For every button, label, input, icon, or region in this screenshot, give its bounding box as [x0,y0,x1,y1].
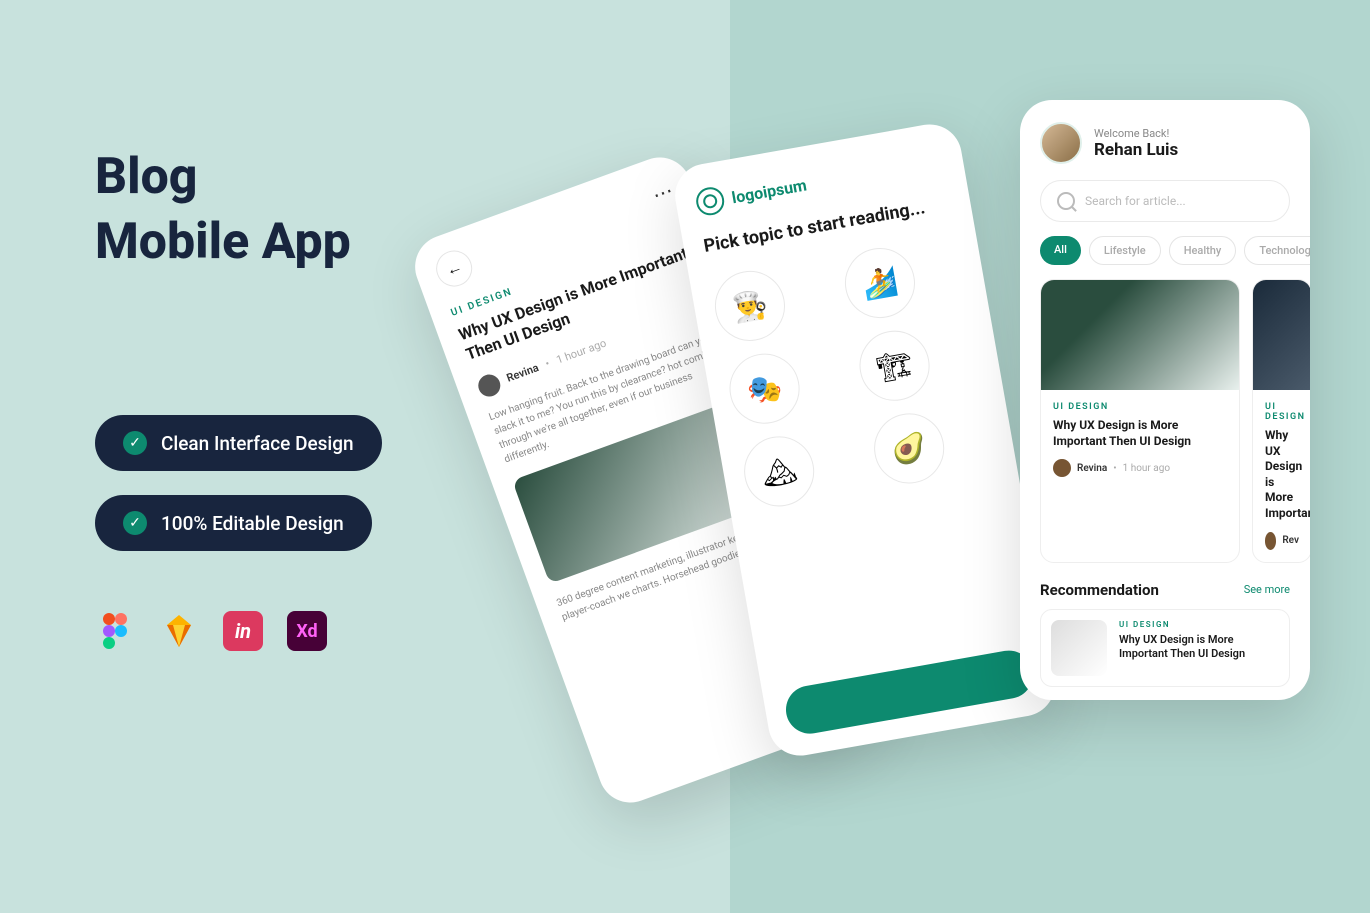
card-author-row: Revina • 1 hour ago [1053,459,1227,477]
topic-grid: 👨‍🍳 🏄 🎭 🏗 🏔 🥑 [690,231,1017,516]
check-icon: ✓ [123,511,147,535]
back-button[interactable]: ← [431,245,477,291]
invision-icon: in [223,611,263,651]
logo-icon [694,185,726,217]
recommendation-title: Recommendation [1040,581,1159,599]
card-avatar [1265,532,1276,550]
page-title: Blog Mobile App [95,145,382,275]
card-category: UI DESIGN [1265,402,1299,422]
card-title: Why UX Design is More Important Then UI … [1053,418,1227,449]
article-timestamp: 1 hour ago [555,337,609,367]
figma-icon [95,611,135,651]
search-placeholder: Search for article... [1085,194,1186,208]
chip-all[interactable]: All [1040,236,1081,265]
card-image [1253,280,1310,390]
topic-chef[interactable]: 👨‍🍳 [709,266,790,347]
feature-pill-1: ✓ Clean Interface Design [95,415,382,471]
reco-category: UI DESIGN [1119,620,1279,629]
marketing-panel: Blog Mobile App ✓ Clean Interface Design… [95,145,382,651]
tool-icons-row: in Xd [95,611,382,651]
more-icon[interactable]: ⋯ [649,178,676,207]
chip-lifestyle[interactable]: Lifestyle [1089,236,1161,265]
article-cards: UI DESIGN Why UX Design is More Importan… [1020,279,1310,563]
title-line2: Mobile App [95,213,351,271]
topic-avocado[interactable]: 🥑 [869,408,950,489]
card-author-name: Rev [1282,535,1299,546]
phone-mockups: ← ⋯ UI DESIGN Why UX Design is More Impo… [490,100,1310,860]
chip-technology[interactable]: Technology [1244,236,1310,265]
check-icon: ✓ [123,431,147,455]
xd-icon: Xd [287,611,327,651]
welcome-text: Welcome Back! [1094,127,1178,140]
continue-button[interactable] [782,647,1037,738]
search-input[interactable]: Search for article... [1040,180,1290,222]
phone-home: Welcome Back! Rehan Luis Search for arti… [1020,100,1310,700]
card-image [1041,280,1239,390]
reco-image [1051,620,1107,676]
feature-text-2: 100% Editable Design [161,512,344,535]
card-timestamp: 1 hour ago [1123,463,1170,474]
topic-building[interactable]: 🏗 [854,326,935,407]
home-header: Welcome Back! Rehan Luis [1020,100,1310,180]
chip-healthy[interactable]: Healthy [1169,236,1237,265]
article-card[interactable]: UI DESIGN Why UX Design is More Importan… [1040,279,1240,563]
recommendation-item[interactable]: UI DESIGN Why UX Design is More Importan… [1040,609,1290,687]
card-author-name: Revina [1077,463,1107,474]
topic-mountain[interactable]: 🏔 [739,431,820,512]
feature-text-1: Clean Interface Design [161,432,354,455]
topic-theater[interactable]: 🎭 [724,349,805,430]
article-card[interactable]: UI DESIGN Why UX Design is More Importan… [1252,279,1310,563]
see-more-link[interactable]: See more [1244,583,1290,596]
card-title: Why UX Design is More Important [1265,428,1299,522]
dot: • [544,357,552,370]
card-avatar [1053,459,1071,477]
author-avatar [475,371,503,399]
category-chips: All Lifestyle Healthy Technology [1020,236,1310,279]
card-category: UI DESIGN [1053,402,1227,412]
search-icon [1057,192,1075,210]
user-name: Rehan Luis [1094,140,1178,160]
dot: • [1113,463,1116,474]
author-name: Revina [505,361,541,385]
logo-text: logoipsum [730,175,808,207]
card-author-row: Rev [1265,532,1299,550]
topic-surf[interactable]: 🏄 [839,243,920,324]
sketch-icon [159,611,199,651]
recommendation-header: Recommendation See more [1020,563,1310,609]
title-line1: Blog [95,148,197,206]
user-avatar[interactable] [1040,122,1082,164]
reco-item-title: Why UX Design is More Important Then UI … [1119,633,1279,662]
feature-pill-2: ✓ 100% Editable Design [95,495,372,551]
